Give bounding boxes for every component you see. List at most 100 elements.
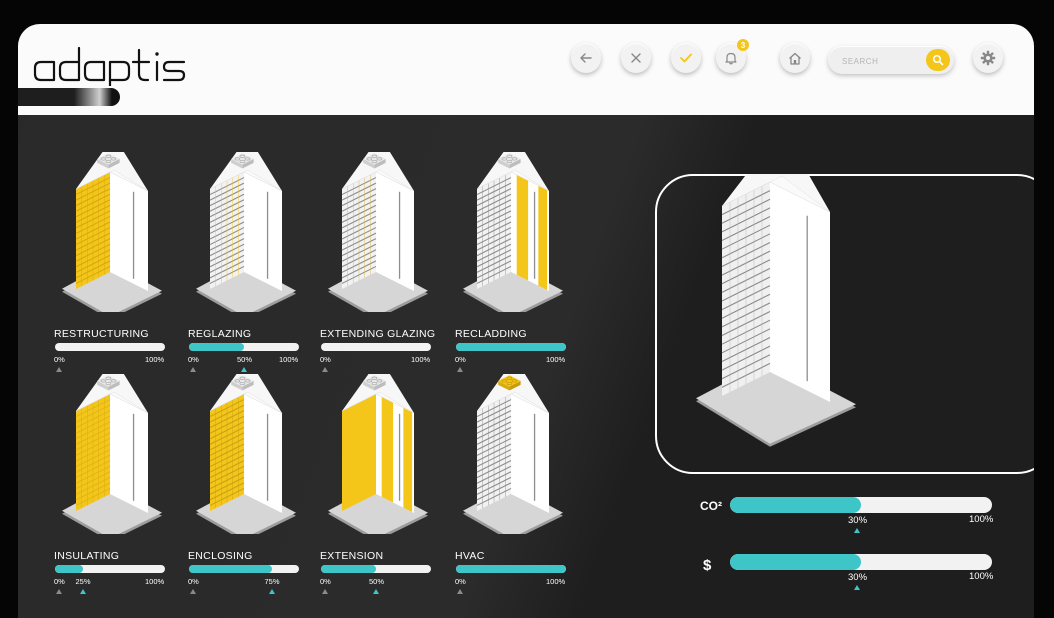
strategy-slider[interactable] xyxy=(189,343,299,351)
settings-button[interactable] xyxy=(973,43,1003,73)
app-screen: adaptis 3 xyxy=(18,24,1034,618)
metric-label: $ xyxy=(703,557,712,574)
slider-tick-label: 0% xyxy=(320,355,331,364)
slider-tick-label: 100% xyxy=(145,355,165,364)
top-header: adaptis 3 xyxy=(18,24,1034,115)
search-button[interactable] xyxy=(926,49,950,71)
slider-fill xyxy=(456,565,566,573)
slider-marker-min xyxy=(457,367,463,372)
strategy-tile-extending-glazing[interactable] xyxy=(318,152,430,312)
strategy-tile-enclosing[interactable] xyxy=(186,374,298,534)
building-illustration xyxy=(328,152,428,312)
strategy-label: ENCLOSING xyxy=(188,550,253,562)
strategy-slider[interactable] xyxy=(189,565,299,573)
slider-tick-label: 75% xyxy=(264,577,280,586)
slider-marker-min xyxy=(457,589,463,594)
strategy-slider[interactable] xyxy=(55,565,165,573)
back-button[interactable] xyxy=(571,43,601,73)
strategy-slider[interactable] xyxy=(321,565,431,573)
slider-tick-label: 25% xyxy=(75,577,91,586)
strategy-slider[interactable] xyxy=(456,565,566,573)
slider-marker-min xyxy=(322,367,328,372)
back-arrow-icon xyxy=(580,53,592,63)
building-illustration xyxy=(196,374,296,534)
slider-tick-label: 0% xyxy=(54,577,65,586)
slider-tick-label: 50% xyxy=(237,355,253,364)
metric-slider[interactable] xyxy=(730,497,992,513)
metric-tick-label: 100% xyxy=(969,514,994,525)
building-illustration xyxy=(196,152,296,312)
slider-fill xyxy=(189,343,244,351)
slider-marker-min xyxy=(190,367,196,372)
metric-slider-marker[interactable] xyxy=(854,528,860,533)
strategy-tile-reglazing[interactable] xyxy=(186,152,298,312)
metric-tick-label: 30% xyxy=(848,515,868,526)
strategy-label: EXTENSION xyxy=(320,550,384,562)
strategy-slider[interactable] xyxy=(321,343,431,351)
slider-tick-label: 100% xyxy=(279,355,299,364)
cancel-button[interactable] xyxy=(621,43,651,73)
slider-marker-min xyxy=(56,589,62,594)
building-illustration xyxy=(62,152,162,312)
metric-tick-label: 100% xyxy=(969,571,994,582)
search-icon xyxy=(932,54,944,66)
strategy-label: RESTRUCTURING xyxy=(54,328,149,340)
slider-marker-value[interactable] xyxy=(79,589,86,594)
strategy-label: INSULATING xyxy=(54,550,120,562)
tablet-device: adaptis 3 xyxy=(0,0,1054,618)
strategy-label: EXTENDING GLAZING xyxy=(320,328,436,340)
metric-slider[interactable] xyxy=(730,554,992,570)
strategy-tile-recladding[interactable] xyxy=(453,152,565,312)
strategy-label: REGLAZING xyxy=(188,328,252,340)
slider-tick-label: 0% xyxy=(320,577,331,586)
slider-fill xyxy=(189,565,272,573)
check-icon xyxy=(680,53,692,63)
metric-slider-fill xyxy=(730,497,861,513)
metric-tick-label: 30% xyxy=(848,572,868,583)
slider-tick-label: 0% xyxy=(188,577,199,586)
slider-tick-label: 100% xyxy=(546,577,566,586)
building-illustration xyxy=(328,374,428,534)
strategy-tile-insulating[interactable] xyxy=(52,374,164,534)
slider-fill xyxy=(456,343,566,351)
search-input[interactable] xyxy=(840,53,924,69)
strategy-tile-extension[interactable] xyxy=(318,374,430,534)
building-illustration xyxy=(463,152,563,312)
building-illustration xyxy=(62,374,162,534)
close-icon xyxy=(631,53,641,63)
logo-wordmark xyxy=(33,46,186,88)
home-button[interactable] xyxy=(780,43,810,73)
slider-marker-min xyxy=(190,589,196,594)
building-preview-panel xyxy=(655,174,1034,474)
slider-tick-label: 0% xyxy=(455,577,466,586)
notification-badge: 3 xyxy=(737,39,749,51)
slider-marker-value[interactable] xyxy=(373,589,379,594)
strategy-slider[interactable] xyxy=(55,343,165,351)
slider-tick-label: 50% xyxy=(369,577,385,586)
strategy-label: HVAC xyxy=(455,550,485,562)
strategy-tile-hvac[interactable] xyxy=(453,374,565,534)
metric-slider-fill xyxy=(730,554,861,570)
slider-marker-value[interactable] xyxy=(268,589,275,594)
confirm-button[interactable] xyxy=(671,43,701,73)
slider-marker-min xyxy=(56,367,62,372)
slider-tick-label: 0% xyxy=(54,355,65,364)
building-illustration xyxy=(463,374,563,534)
slider-fill xyxy=(55,565,83,573)
slider-fill xyxy=(321,565,376,573)
slider-tick-label: 100% xyxy=(411,355,431,364)
slider-marker-value[interactable] xyxy=(241,367,247,372)
metric-label: CO² xyxy=(700,499,722,513)
slider-tick-label: 100% xyxy=(145,577,165,586)
strategy-label: RECLADDING xyxy=(455,328,527,340)
strategy-slider[interactable] xyxy=(456,343,566,351)
strategy-tile-restructuring[interactable] xyxy=(52,152,164,312)
metric-slider-marker[interactable] xyxy=(854,585,860,590)
logo-underline-bar xyxy=(18,88,120,106)
notifications-button[interactable]: 3 xyxy=(716,39,749,73)
slider-tick-label: 0% xyxy=(455,355,466,364)
preview-building-illustration xyxy=(696,174,856,447)
slider-tick-label: 0% xyxy=(188,355,199,364)
adaptis-logo: adaptis xyxy=(32,42,204,91)
bell-icon xyxy=(725,52,737,65)
